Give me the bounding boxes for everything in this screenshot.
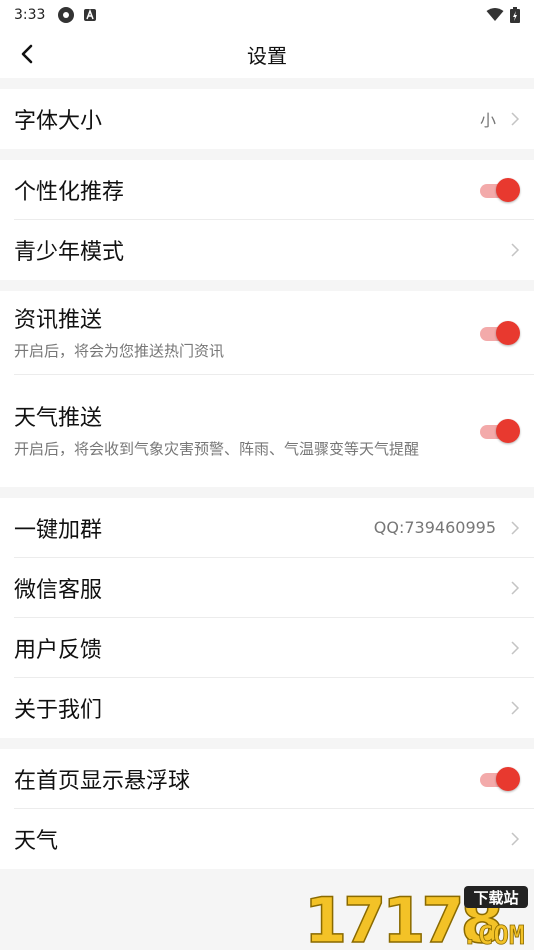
- news-push-toggle[interactable]: [480, 320, 520, 345]
- personalized-recommend-label: 个性化推荐: [14, 179, 125, 205]
- news-push-description: 开启后，将会为您推送热门资讯: [14, 341, 225, 360]
- status-time: 3:33: [14, 7, 46, 23]
- group-display: 在首页显示悬浮球 天气: [0, 749, 534, 869]
- qq-number-value: QQ:739460995: [373, 518, 496, 537]
- battery-icon: [510, 7, 520, 23]
- section-divider: [0, 280, 534, 291]
- nav-bar: 设置: [0, 30, 534, 78]
- back-arrow-icon[interactable]: [16, 42, 40, 66]
- feedback-row[interactable]: 用户反馈: [14, 618, 534, 678]
- chevron-right-icon: [511, 243, 520, 257]
- chevron-right-icon: [511, 580, 520, 595]
- group-contact: 一键加群 QQ:739460995 微信客服 用户反馈 关于我们: [0, 498, 534, 738]
- weather-push-row: 天气推送 开启后，将会收到气象灾害预警、阵雨、气温骤变等天气提醒: [14, 375, 534, 487]
- font-size-label: 字体大小: [14, 109, 103, 134]
- youth-mode-label: 青少年模式: [14, 240, 125, 265]
- section-divider: [0, 738, 534, 749]
- news-push-row: 资讯推送 开启后，将会为您推送热门资讯: [14, 291, 534, 375]
- join-group-label: 一键加群: [14, 517, 103, 543]
- watermark-logo: 17178 下载站 .COM: [304, 884, 528, 948]
- app-notification-icon: [58, 7, 75, 23]
- floating-ball-label: 在首页显示悬浮球: [14, 768, 191, 794]
- group-font: 字体大小 小: [0, 89, 534, 149]
- weather-push-toggle[interactable]: [480, 419, 520, 443]
- chevron-right-icon: [511, 640, 520, 655]
- about-us-label: 关于我们: [14, 698, 103, 723]
- weather-push-description: 开启后，将会收到气象灾害预警、阵雨、气温骤变等天气提醒: [14, 440, 420, 458]
- floating-ball-toggle[interactable]: [480, 766, 520, 791]
- group-personal: 个性化推荐 青少年模式: [0, 160, 534, 280]
- chevron-right-icon: [511, 701, 520, 715]
- wechat-service-row[interactable]: 微信客服: [14, 558, 534, 618]
- news-push-label: 资讯推送: [14, 307, 103, 333]
- font-size-value: 小: [479, 111, 496, 130]
- about-us-row[interactable]: 关于我们: [14, 678, 534, 738]
- group-push: 资讯推送 开启后，将会为您推送热门资讯 天气推送 开启后，将会收到气象灾害预警、…: [0, 291, 534, 487]
- watermark-suffix: .COM: [462, 921, 525, 948]
- chevron-right-icon: [511, 112, 520, 126]
- youth-mode-row[interactable]: 青少年模式: [14, 220, 534, 280]
- font-size-row[interactable]: 字体大小 小: [14, 89, 534, 149]
- section-divider: [0, 487, 534, 498]
- font-notification-icon: [84, 8, 97, 21]
- status-bar: 3:33: [0, 0, 534, 30]
- section-divider: [0, 149, 534, 160]
- join-group-row[interactable]: 一键加群 QQ:739460995: [14, 498, 534, 558]
- wifi-icon: [486, 8, 504, 21]
- chevron-right-icon: [511, 520, 520, 535]
- feedback-label: 用户反馈: [14, 637, 103, 663]
- personalized-recommend-row: 个性化推荐: [14, 160, 534, 220]
- wechat-service-label: 微信客服: [14, 577, 103, 603]
- personalized-recommend-toggle[interactable]: [480, 177, 520, 202]
- page-title: 设置: [247, 43, 287, 68]
- watermark-badge: 下载站: [473, 889, 518, 907]
- weather-push-label: 天气推送: [14, 406, 103, 431]
- section-divider: [0, 78, 534, 89]
- chevron-right-icon: [511, 832, 520, 846]
- weather-label: 天气: [14, 829, 59, 854]
- floating-ball-row: 在首页显示悬浮球: [14, 749, 534, 809]
- weather-row[interactable]: 天气: [14, 809, 534, 869]
